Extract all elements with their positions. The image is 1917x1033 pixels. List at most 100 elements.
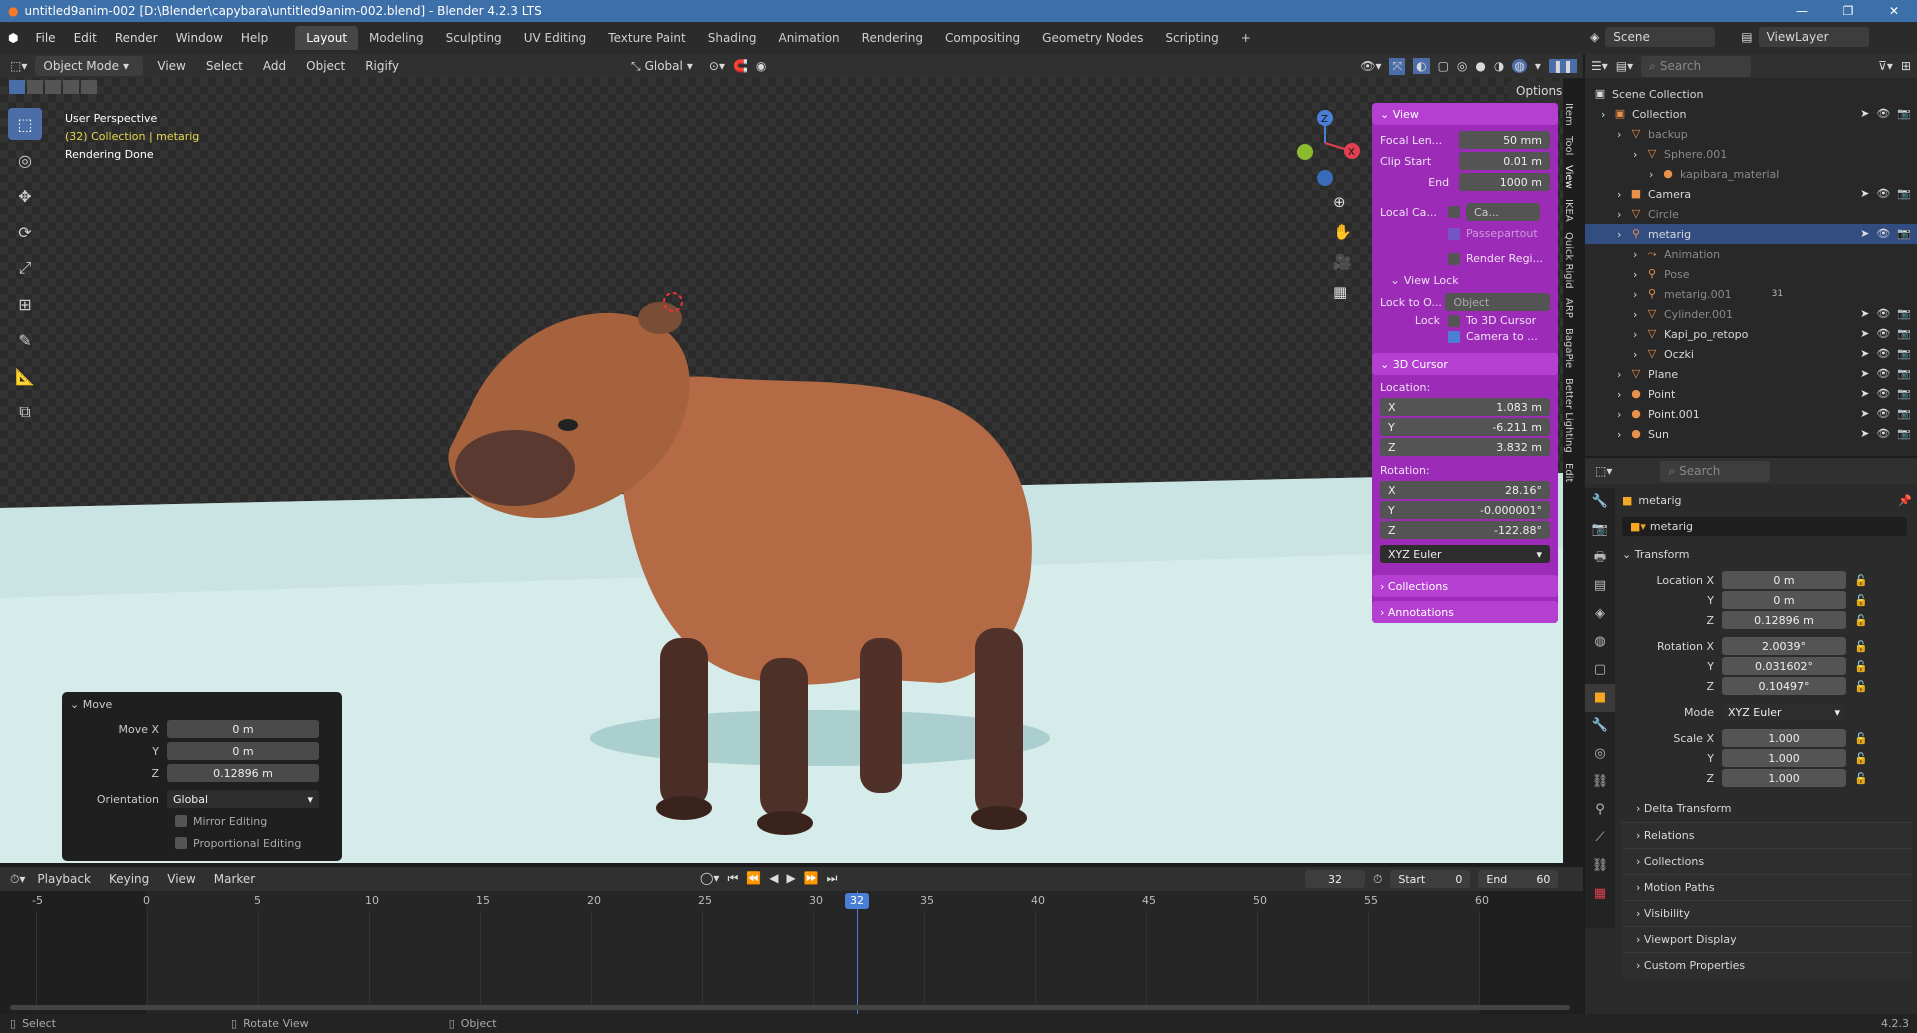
proportional-icon[interactable]: ◉ <box>756 59 766 73</box>
properties-editor-icon[interactable]: ⬚▾ <box>1595 464 1612 478</box>
expand-arrow-icon[interactable]: › <box>1633 288 1645 301</box>
jump-keyframe-back-icon[interactable]: ⏪ <box>746 871 761 886</box>
move-panel-header[interactable]: ⌄ Move <box>62 692 342 717</box>
tool-tab-icon[interactable]: 🔧 <box>1585 488 1615 516</box>
cursor-loc-x-field[interactable]: X 1.083 m <box>1380 398 1550 416</box>
clip-start-field[interactable]: 0.01 m <box>1458 152 1550 170</box>
outliner-row[interactable]: › ⚲ Pose <box>1585 264 1917 284</box>
tab-bagapie[interactable]: BagaPie <box>1563 328 1574 368</box>
camera-render-icon[interactable]: 📷 <box>1897 347 1911 360</box>
menu-render[interactable]: Render <box>106 31 167 45</box>
gizmo-toggle-icon[interactable]: ⤧ <box>1389 57 1406 75</box>
camera-render-icon[interactable]: 📷 <box>1897 387 1911 400</box>
select-box-tool-icon[interactable]: ⬚ <box>8 108 42 140</box>
lock-icon[interactable]: 🔓 <box>1854 614 1868 627</box>
tab-texture-paint[interactable]: Texture Paint <box>597 26 696 50</box>
eye-icon[interactable]: 👁 <box>1876 107 1890 120</box>
tab-modeling[interactable]: Modeling <box>358 26 435 50</box>
viewlayer-selector[interactable]: ViewLayer <box>1758 27 1869 47</box>
options-dropdown[interactable]: Options <box>1508 81 1563 101</box>
add-workspace-button[interactable]: + <box>1230 26 1262 50</box>
select-arrow-icon[interactable]: ➤ <box>1860 427 1869 440</box>
new-collection-icon[interactable]: ⊞ <box>1901 59 1911 73</box>
rotation-x-field[interactable]: 2.0039° <box>1722 637 1846 655</box>
select-arrow-icon[interactable]: ➤ <box>1860 407 1869 420</box>
object-mode-dropdown[interactable]: Object Mode ▾ <box>35 56 144 76</box>
play-reverse-icon[interactable]: ◀ <box>769 871 778 886</box>
tab-tool[interactable]: Tool <box>1563 136 1574 155</box>
jump-start-icon[interactable]: ⏮ <box>727 871 738 886</box>
outliner-row[interactable]: › ▽ Sphere.001 <box>1585 144 1917 164</box>
select-arrow-icon[interactable]: ➤ <box>1860 327 1869 340</box>
passepartout-checkbox[interactable] <box>1448 227 1460 240</box>
camera-to-view-checkbox[interactable] <box>1448 330 1460 343</box>
location-y-field[interactable]: 0 m <box>1722 591 1846 609</box>
scale-z-field[interactable]: 1.000 <box>1722 769 1846 787</box>
collections-section[interactable]: › Collections <box>1622 848 1912 874</box>
keying-menu[interactable]: Keying <box>103 872 155 886</box>
clip-end-field[interactable]: 1000 m <box>1459 173 1550 191</box>
camera-render-icon[interactable]: 📷 <box>1897 107 1911 120</box>
lock-to-cursor-checkbox[interactable] <box>1448 314 1460 327</box>
tab-quick-rigid[interactable]: Quick Rigid <box>1563 232 1574 289</box>
play-icon[interactable]: ▶ <box>786 871 795 886</box>
move-tool-icon[interactable]: ✥ <box>8 180 42 212</box>
outliner-row[interactable]: › ⚲ metarig.001 31 <box>1585 284 1917 304</box>
end-frame-field[interactable]: End 60 <box>1478 870 1559 888</box>
menu-object[interactable]: Object <box>300 59 351 73</box>
orientation-dropdown[interactable]: Global ▾ <box>167 790 319 808</box>
lock-icon[interactable]: 🔓 <box>1854 660 1868 673</box>
outliner-row[interactable]: › ▣ Collection ➤ 👁 📷 <box>1585 104 1917 124</box>
outliner-row[interactable]: › ⤳ Animation <box>1585 244 1917 264</box>
location-x-field[interactable]: 0 m <box>1722 571 1846 589</box>
measure-tool-icon[interactable]: 📐 <box>8 360 42 392</box>
select-arrow-icon[interactable]: ➤ <box>1860 227 1869 240</box>
outliner-row[interactable]: › ▽ Cylinder.001 ➤ 👁 📷 <box>1585 304 1917 324</box>
select-intersect-icon[interactable] <box>81 80 97 94</box>
rotation-y-field[interactable]: 0.031602° <box>1722 657 1846 675</box>
expand-arrow-icon[interactable]: › <box>1649 168 1661 181</box>
marker-menu[interactable]: Marker <box>208 872 261 886</box>
visibility-section[interactable]: › Visibility <box>1622 900 1912 926</box>
rotation-mode-dropdown[interactable]: XYZ Euler ▾ <box>1722 703 1846 721</box>
camera-render-icon[interactable]: 📷 <box>1897 367 1911 380</box>
scene-tab-icon[interactable]: ◈ <box>1585 600 1615 628</box>
camera-view-icon[interactable]: 🎥 <box>1333 253 1352 271</box>
close-button[interactable]: ✕ <box>1871 0 1917 22</box>
filter-icon[interactable]: ⊽▾ <box>1878 59 1893 73</box>
add-cube-tool-icon[interactable]: ⧉ <box>8 396 42 428</box>
world-tab-icon[interactable]: ◍ <box>1585 628 1615 656</box>
local-camera-checkbox[interactable] <box>1448 206 1460 218</box>
texture-tab-icon[interactable]: ▦ <box>1585 880 1615 908</box>
zoom-icon[interactable]: ⊕ <box>1333 193 1352 211</box>
menu-rigify[interactable]: Rigify <box>359 59 405 73</box>
move-z-field[interactable]: 0.12896 m <box>167 764 319 782</box>
pan-hand-icon[interactable]: ✋ <box>1333 223 1352 241</box>
eye-icon[interactable]: 👁 <box>1876 387 1890 400</box>
current-frame-indicator[interactable]: 32 <box>845 893 869 909</box>
shading-material-icon[interactable]: ◑ <box>1494 59 1504 73</box>
select-arrow-icon[interactable]: ➤ <box>1860 107 1869 120</box>
move-x-field[interactable]: 0 m <box>167 720 319 738</box>
select-arrow-icon[interactable]: ➤ <box>1860 387 1869 400</box>
start-frame-field[interactable]: Start 0 <box>1390 870 1471 888</box>
delta-transform-header[interactable]: › Delta Transform <box>1622 798 1912 818</box>
snap-icon[interactable]: 🧲 <box>733 59 748 73</box>
camera-render-icon[interactable]: 📷 <box>1897 407 1911 420</box>
current-frame-field[interactable]: 32 <box>1305 870 1365 888</box>
3d-cursor-section-header[interactable]: ⌄ 3D Cursor <box>1372 353 1558 375</box>
tab-compositing[interactable]: Compositing <box>934 26 1031 50</box>
outliner-row[interactable]: › ● Point.001 ➤ 👁 📷 <box>1585 404 1917 424</box>
eye-icon[interactable]: 👁 <box>1876 187 1890 200</box>
menu-add[interactable]: Add <box>257 59 292 73</box>
timeline-editor-icon[interactable]: ⏱▾ <box>10 872 25 887</box>
outliner-row[interactable]: › ● Point ➤ 👁 📷 <box>1585 384 1917 404</box>
menu-select[interactable]: Select <box>200 59 249 73</box>
move-y-field[interactable]: 0 m <box>167 742 319 760</box>
camera-render-icon[interactable]: 📷 <box>1897 427 1911 440</box>
tab-layout[interactable]: Layout <box>295 26 359 50</box>
shading-options-icon[interactable]: ▾ <box>1535 59 1541 73</box>
custom-properties-section[interactable]: › Custom Properties <box>1622 952 1912 978</box>
outliner-search-input[interactable]: ⌕ Search <box>1641 55 1752 77</box>
tab-geometry-nodes[interactable]: Geometry Nodes <box>1031 26 1154 50</box>
